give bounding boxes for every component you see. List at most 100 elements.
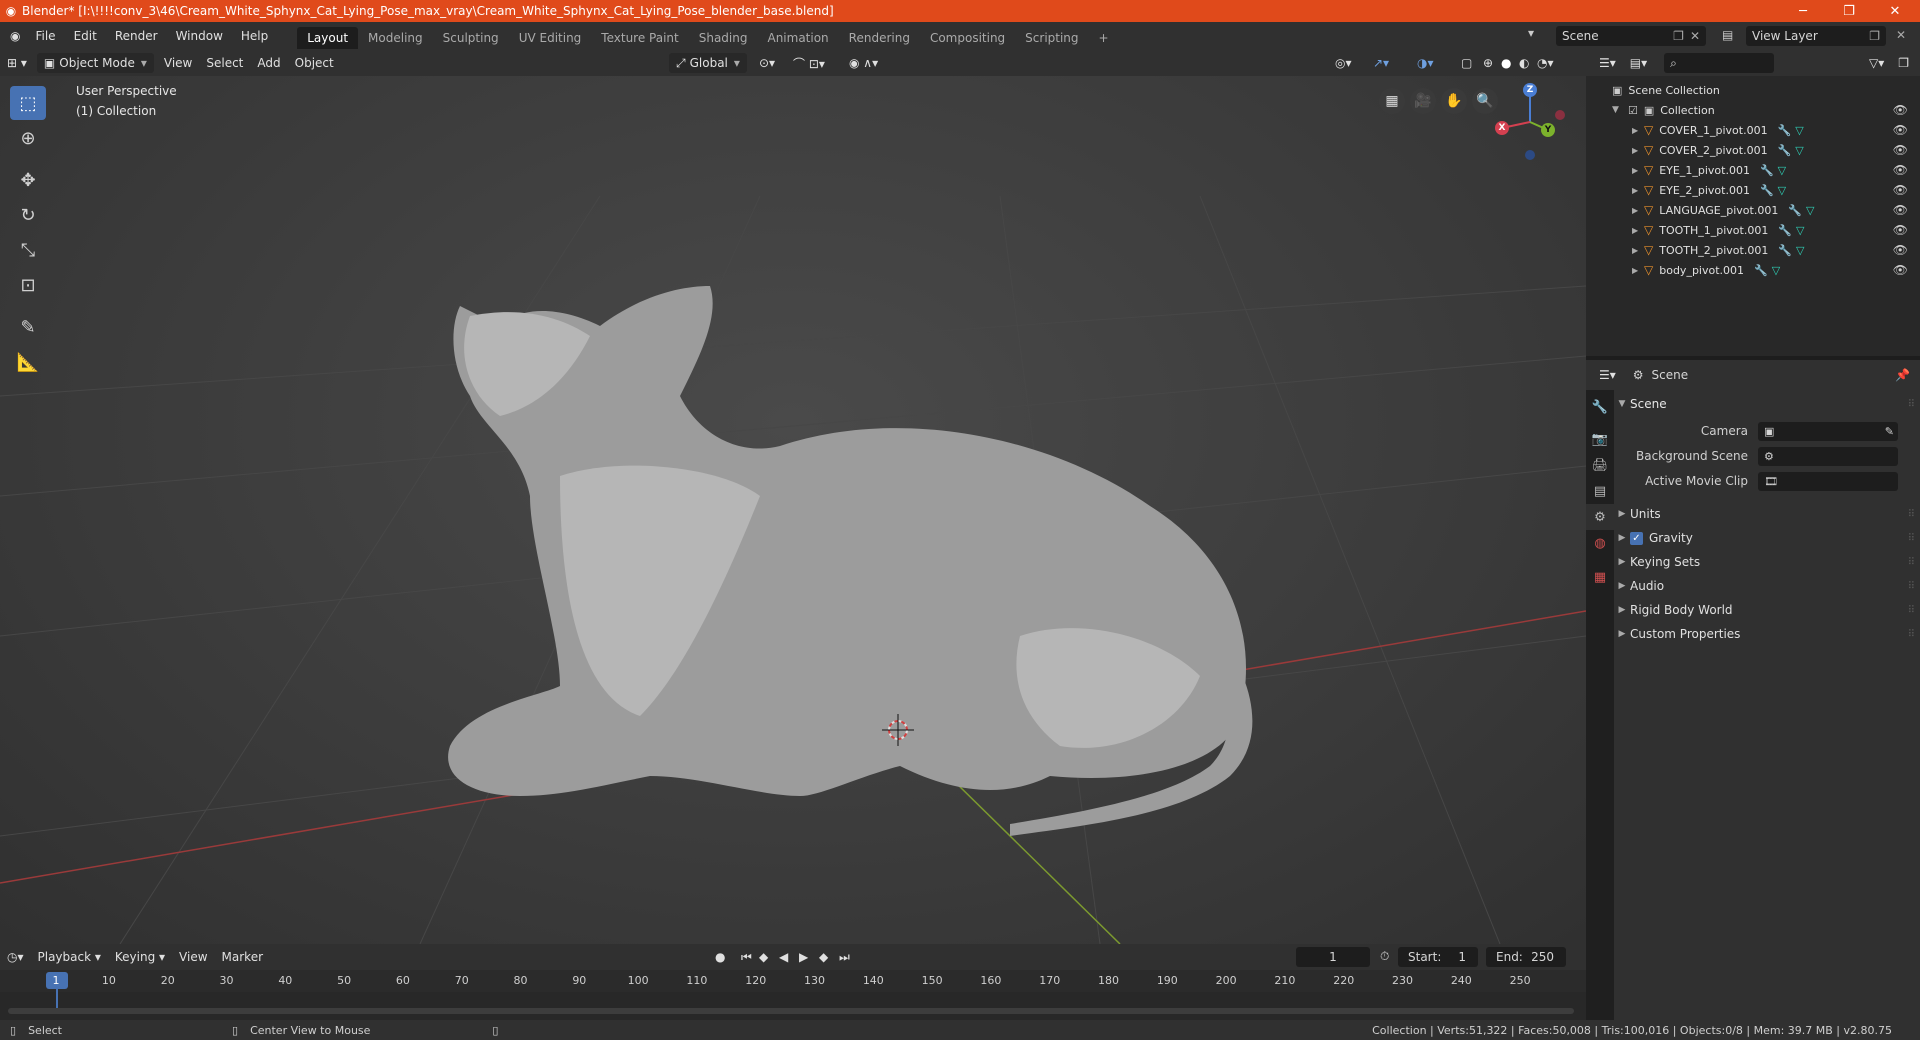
cursor-tool-icon[interactable]: ⊕ <box>10 121 46 155</box>
gizmo-neg-z-axis[interactable] <box>1525 150 1535 160</box>
expand-caret-icon[interactable]: ▶ <box>1632 266 1644 275</box>
tab-compositing[interactable]: Compositing <box>920 27 1015 49</box>
world-tab-icon[interactable]: ◍ <box>1586 530 1614 556</box>
overlay-toggle-icon[interactable]: ◑▾ <box>1410 53 1441 73</box>
modifier-wrench-icon[interactable]: 🔧 <box>1760 184 1774 197</box>
menu-edit[interactable]: Edit <box>65 22 106 50</box>
visibility-eye-icon[interactable]: 👁 <box>1893 183 1908 197</box>
transform-tool-icon[interactable]: ⊡ <box>10 268 46 302</box>
mesh-data-icon[interactable]: ▽ <box>1795 124 1803 137</box>
menu-file[interactable]: File <box>26 22 64 50</box>
blender-menu-icon[interactable]: ◉ <box>0 22 26 50</box>
tab-layout[interactable]: Layout <box>297 26 359 49</box>
mesh-data-icon[interactable]: ▽ <box>1778 164 1786 177</box>
expand-caret-icon[interactable]: ▶ <box>1632 186 1644 195</box>
modifier-wrench-icon[interactable]: 🔧 <box>1760 164 1774 177</box>
measure-tool-icon[interactable]: 📐 <box>10 345 46 379</box>
pivot-point-icon[interactable]: ⊙▾ <box>752 53 782 73</box>
timeline-view-menu[interactable]: View <box>172 947 214 967</box>
scene-browse-icon[interactable]: ▾ <box>1528 26 1534 40</box>
tab-scripting[interactable]: Scripting <box>1015 27 1088 49</box>
outliner-object-row[interactable]: ▶ ▽ body_pivot.001 🔧 ▽ 👁 <box>1586 260 1920 280</box>
move-tool-icon[interactable]: ✥ <box>10 163 46 197</box>
subpanel-header[interactable]: ▶ Audio ⠿ <box>1614 574 1920 598</box>
gizmo-x-axis[interactable]: X <box>1495 121 1509 135</box>
visibility-selector-icon[interactable]: ◎▾ <box>1328 53 1359 73</box>
filter-icon[interactable]: ▽▾ <box>1862 53 1891 73</box>
select-menu[interactable]: Select <box>199 53 250 73</box>
gizmo-neg-x-axis[interactable] <box>1555 110 1565 120</box>
drag-grip-icon[interactable]: ⠿ <box>1908 533 1915 544</box>
active-movie-clip-field[interactable]: 🎞 <box>1758 471 1898 491</box>
drag-grip-icon[interactable]: ⠿ <box>1908 399 1915 410</box>
visibility-eye-icon[interactable]: 👁 <box>1893 263 1908 277</box>
current-frame-field[interactable]: 1 <box>1296 947 1370 967</box>
outliner-object-row[interactable]: ▶ ▽ LANGUAGE_pivot.001 🔧 ▽ 👁 <box>1586 200 1920 220</box>
modifier-wrench-icon[interactable]: 🔧 <box>1778 124 1792 137</box>
marker-menu[interactable]: Marker <box>215 947 270 967</box>
tab-animation[interactable]: Animation <box>757 27 838 49</box>
gizmo-z-axis[interactable]: Z <box>1523 83 1537 97</box>
expand-caret-icon[interactable]: ▶ <box>1632 146 1644 155</box>
start-frame-field[interactable]: Start: 1 <box>1398 947 1478 967</box>
navigation-gizmo[interactable]: Z X Y <box>1490 82 1570 162</box>
view-layer-copy-icon[interactable]: ❐ <box>1869 29 1880 43</box>
visibility-eye-icon[interactable]: 👁 <box>1893 243 1908 257</box>
tab-modeling[interactable]: Modeling <box>358 27 433 49</box>
collection-row[interactable]: ▼ ☑ ▣ Collection 👁 <box>1586 100 1920 120</box>
modifier-wrench-icon[interactable]: 🔧 <box>1778 244 1792 257</box>
subpanel-header[interactable]: ▶ ✓ Gravity ⠿ <box>1614 526 1920 550</box>
3d-viewport[interactable]: ⬚ ⊕ ✥ ↻ ⤡ ⊡ ✎ 📐 User Perspective (1) Col… <box>0 76 1586 944</box>
outliner-object-row[interactable]: ▶ ▽ COVER_2_pivot.001 🔧 ▽ 👁 <box>1586 140 1920 160</box>
subpanel-header[interactable]: ▶ Keying Sets ⠿ <box>1614 550 1920 574</box>
new-collection-icon[interactable]: ❐ <box>1891 53 1916 73</box>
scene-selector[interactable]: Scene ❐ ✕ <box>1556 26 1706 46</box>
camera-field[interactable]: ▣ ✎ <box>1758 421 1898 441</box>
view-menu[interactable]: View <box>157 53 199 73</box>
minimize-button[interactable]: ─ <box>1780 0 1826 22</box>
expand-caret-icon[interactable]: ▶ <box>1632 126 1644 135</box>
outliner-object-row[interactable]: ▶ ▽ TOOTH_1_pivot.001 🔧 ▽ 👁 <box>1586 220 1920 240</box>
mesh-data-icon[interactable]: ▽ <box>1795 144 1803 157</box>
mesh-data-icon[interactable]: ▽ <box>1806 204 1814 217</box>
outliner-object-row[interactable]: ▶ ▽ COVER_1_pivot.001 🔧 ▽ 👁 <box>1586 120 1920 140</box>
keying-menu[interactable]: Keying ▾ <box>108 947 172 967</box>
playback-menu[interactable]: Playback ▾ <box>31 947 108 967</box>
modifier-wrench-icon[interactable]: 🔧 <box>1788 204 1802 217</box>
select-box-tool-icon[interactable]: ⬚ <box>10 86 46 120</box>
view-layer-icon[interactable]: ▤ <box>1722 28 1733 42</box>
subpanel-header[interactable]: ▶ Custom Properties ⠿ <box>1614 622 1920 646</box>
pin-icon[interactable]: 📌 <box>1895 368 1910 382</box>
scene-tab-icon[interactable]: ⚙ <box>1586 504 1614 530</box>
editor-type-icon[interactable]: ⊞ ▾ <box>0 53 34 73</box>
drag-grip-icon[interactable]: ⠿ <box>1908 629 1915 640</box>
drag-grip-icon[interactable]: ⠿ <box>1908 557 1915 568</box>
mode-selector[interactable]: ▣ Object Mode ▾ <box>36 53 154 73</box>
output-tab-icon[interactable]: 🖨 <box>1586 452 1614 478</box>
menu-window[interactable]: Window <box>167 22 232 50</box>
modifier-wrench-icon[interactable]: 🔧 <box>1778 224 1792 237</box>
rotate-tool-icon[interactable]: ↻ <box>10 198 46 232</box>
visibility-eye-icon[interactable]: 👁 <box>1893 203 1908 217</box>
mesh-data-icon[interactable]: ▽ <box>1772 264 1780 277</box>
view-layer-selector[interactable]: View Layer ❐ <box>1746 26 1886 46</box>
transform-orientation-selector[interactable]: ⤢ Global ▾ <box>669 53 747 73</box>
eyedropper-icon[interactable]: ✎ <box>1885 425 1894 438</box>
subpanel-header[interactable]: ▶ Rigid Body World ⠿ <box>1614 598 1920 622</box>
outliner-object-row[interactable]: ▶ ▽ EYE_2_pivot.001 🔧 ▽ 👁 <box>1586 180 1920 200</box>
drag-grip-icon[interactable]: ⠿ <box>1908 605 1915 616</box>
expand-caret-icon[interactable]: ▼ <box>1612 105 1624 115</box>
modifier-wrench-icon[interactable]: 🔧 <box>1778 144 1792 157</box>
camera-view-icon[interactable]: 🎥 <box>1410 88 1436 114</box>
record-icon[interactable]: ● <box>708 947 732 967</box>
visibility-eye-icon[interactable]: 👁 <box>1893 143 1908 157</box>
modifier-wrench-icon[interactable]: 🔧 <box>1754 264 1768 277</box>
jump-end-icon[interactable]: ⏭ <box>832 947 857 967</box>
view-layer-remove-icon[interactable]: ✕ <box>1896 28 1906 42</box>
scale-tool-icon[interactable]: ⤡ <box>10 233 46 267</box>
rendered-shading-icon[interactable]: ◔▾ <box>1530 53 1561 73</box>
tab-uv-editing[interactable]: UV Editing <box>509 27 592 49</box>
mesh-data-icon[interactable]: ▽ <box>1796 224 1804 237</box>
outliner-search-input[interactable]: ⌕ <box>1664 53 1775 73</box>
tab-rendering[interactable]: Rendering <box>839 27 920 49</box>
